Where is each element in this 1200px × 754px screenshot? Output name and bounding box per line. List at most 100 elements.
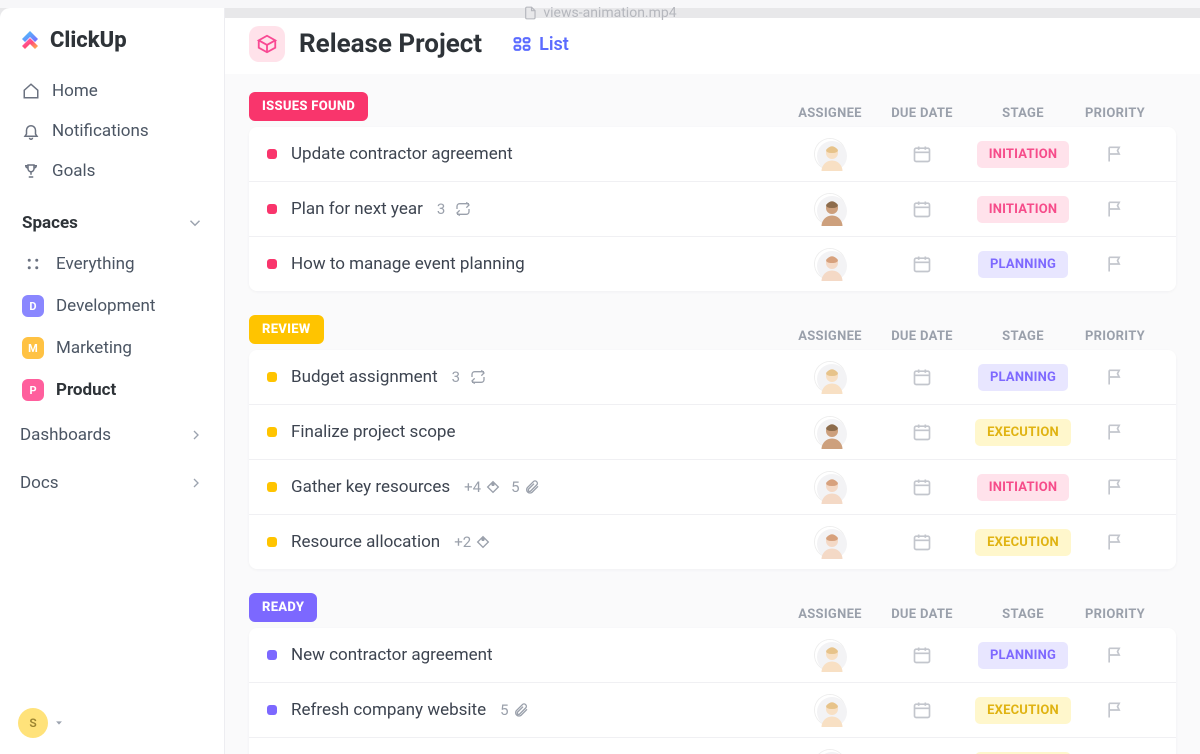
task-row[interactable]: Refresh company website 5 EXECUTION bbox=[249, 683, 1176, 738]
assignee-cell[interactable] bbox=[786, 417, 874, 447]
duedate-cell[interactable] bbox=[874, 254, 970, 274]
sidebar-item-goals[interactable]: Goals bbox=[0, 151, 224, 191]
task-status-bullet[interactable] bbox=[267, 204, 277, 214]
assignee-cell[interactable] bbox=[786, 139, 874, 169]
space-label: Development bbox=[56, 296, 155, 316]
stage-badge: PLANNING bbox=[978, 251, 1068, 278]
duedate-cell[interactable] bbox=[874, 367, 970, 387]
priority-cell[interactable] bbox=[1076, 477, 1154, 497]
stage-cell[interactable]: INITIATION bbox=[970, 474, 1076, 501]
sidebar-item-docs[interactable]: Docs bbox=[0, 459, 224, 507]
duedate-cell[interactable] bbox=[874, 700, 970, 720]
duedate-cell[interactable] bbox=[874, 199, 970, 219]
box-icon bbox=[256, 33, 278, 55]
stage-cell[interactable]: PLANNING bbox=[970, 642, 1076, 669]
duedate-cell[interactable] bbox=[874, 645, 970, 665]
sidebar-space-product[interactable]: P Product bbox=[0, 369, 224, 411]
group-badge[interactable]: ISSUES FOUND bbox=[249, 92, 368, 121]
stage-cell[interactable]: EXECUTION bbox=[970, 419, 1076, 446]
space-icon: D bbox=[22, 295, 44, 317]
task-status-bullet[interactable] bbox=[267, 705, 277, 715]
assignee-cell[interactable] bbox=[786, 194, 874, 224]
sidebar-item-everything[interactable]: Everything bbox=[0, 243, 224, 285]
priority-cell[interactable] bbox=[1076, 144, 1154, 164]
file-icon bbox=[523, 6, 537, 20]
view-selector-list[interactable]: List bbox=[512, 34, 569, 55]
task-title: New contractor agreement bbox=[291, 645, 493, 665]
stage-cell[interactable]: EXECUTION bbox=[970, 697, 1076, 724]
sidebar-item-home[interactable]: Home bbox=[0, 71, 224, 111]
assignee-cell[interactable] bbox=[786, 472, 874, 502]
task-row[interactable]: New contractor agreement PLANNING bbox=[249, 628, 1176, 683]
task-row[interactable]: Update contractor agreement INITIATION bbox=[249, 127, 1176, 182]
priority-cell[interactable] bbox=[1076, 422, 1154, 442]
logo[interactable]: ClickUp bbox=[0, 23, 224, 71]
assignee-cell[interactable] bbox=[786, 362, 874, 392]
subtask-count: 3 bbox=[437, 200, 445, 218]
priority-cell[interactable] bbox=[1076, 532, 1154, 552]
task-row[interactable]: Finalize project scope EXECUTION bbox=[249, 405, 1176, 460]
priority-cell[interactable] bbox=[1076, 199, 1154, 219]
calendar-icon bbox=[912, 367, 932, 387]
assignee-cell[interactable] bbox=[786, 527, 874, 557]
duedate-cell[interactable] bbox=[874, 532, 970, 552]
subtask-count: +4 bbox=[464, 478, 501, 496]
task-status-bullet[interactable] bbox=[267, 149, 277, 159]
sidebar-label: Docs bbox=[20, 473, 59, 493]
task-title: Refresh company website bbox=[291, 700, 486, 720]
space-icon: M bbox=[22, 337, 44, 359]
stage-badge: PLANNING bbox=[978, 642, 1068, 669]
stage-cell[interactable]: INITIATION bbox=[970, 141, 1076, 168]
calendar-icon bbox=[912, 254, 932, 274]
group-badge[interactable]: REVIEW bbox=[249, 315, 324, 344]
stage-badge: INITIATION bbox=[977, 196, 1070, 223]
assignee-cell[interactable] bbox=[786, 249, 874, 279]
caret-down-icon bbox=[54, 718, 64, 728]
group-badge[interactable]: READY bbox=[249, 593, 317, 622]
priority-cell[interactable] bbox=[1076, 700, 1154, 720]
user-menu[interactable]: S bbox=[18, 708, 64, 738]
task-row[interactable]: Gather key resources +4 5 INITIATION bbox=[249, 460, 1176, 515]
task-row[interactable]: How to manage event planning PLANNING bbox=[249, 237, 1176, 291]
task-group: READY ASSIGNEE DUE DATE STAGE PRIORITY N… bbox=[249, 593, 1176, 754]
sidebar-item-dashboards[interactable]: Dashboards bbox=[0, 411, 224, 459]
task-status-bullet[interactable] bbox=[267, 650, 277, 660]
task-status-bullet[interactable] bbox=[267, 259, 277, 269]
task-row[interactable]: Resource allocation +2 EXECUTION bbox=[249, 515, 1176, 569]
duedate-cell[interactable] bbox=[874, 422, 970, 442]
sidebar-item-notifications[interactable]: Notifications bbox=[0, 111, 224, 151]
task-status-bullet[interactable] bbox=[267, 537, 277, 547]
clickup-logo-icon bbox=[18, 29, 42, 53]
priority-cell[interactable] bbox=[1076, 645, 1154, 665]
sidebar-space-development[interactable]: D Development bbox=[0, 285, 224, 327]
duedate-cell[interactable] bbox=[874, 477, 970, 497]
duedate-cell[interactable] bbox=[874, 144, 970, 164]
sidebar-section-spaces[interactable]: Spaces bbox=[0, 191, 224, 243]
col-priority: PRIORITY bbox=[1076, 607, 1154, 622]
col-priority: PRIORITY bbox=[1076, 329, 1154, 344]
sidebar-space-marketing[interactable]: M Marketing bbox=[0, 327, 224, 369]
stage-cell[interactable]: PLANNING bbox=[970, 364, 1076, 391]
assignee-cell[interactable] bbox=[786, 695, 874, 725]
assignee-avatar bbox=[815, 472, 845, 502]
stage-cell[interactable]: INITIATION bbox=[970, 196, 1076, 223]
assignee-avatar bbox=[815, 194, 845, 224]
task-title: Update contractor agreement bbox=[291, 144, 513, 164]
task-title: Plan for next year bbox=[291, 199, 423, 219]
task-row[interactable]: Update key objectives 5 EXECUTION bbox=[249, 738, 1176, 754]
calendar-icon bbox=[912, 700, 932, 720]
task-status-bullet[interactable] bbox=[267, 482, 277, 492]
stage-cell[interactable]: PLANNING bbox=[970, 251, 1076, 278]
task-row[interactable]: Plan for next year 3 INITIATION bbox=[249, 182, 1176, 237]
priority-cell[interactable] bbox=[1076, 254, 1154, 274]
sidebar-label: Goals bbox=[52, 161, 95, 181]
assignee-cell[interactable] bbox=[786, 640, 874, 670]
priority-cell[interactable] bbox=[1076, 367, 1154, 387]
subtask-count: +2 bbox=[454, 533, 491, 551]
task-row[interactable]: Budget assignment 3 PLANNING bbox=[249, 350, 1176, 405]
assignee-cell[interactable] bbox=[786, 750, 874, 754]
task-status-bullet[interactable] bbox=[267, 372, 277, 382]
col-assignee: ASSIGNEE bbox=[786, 607, 874, 622]
stage-cell[interactable]: EXECUTION bbox=[970, 529, 1076, 556]
task-status-bullet[interactable] bbox=[267, 427, 277, 437]
